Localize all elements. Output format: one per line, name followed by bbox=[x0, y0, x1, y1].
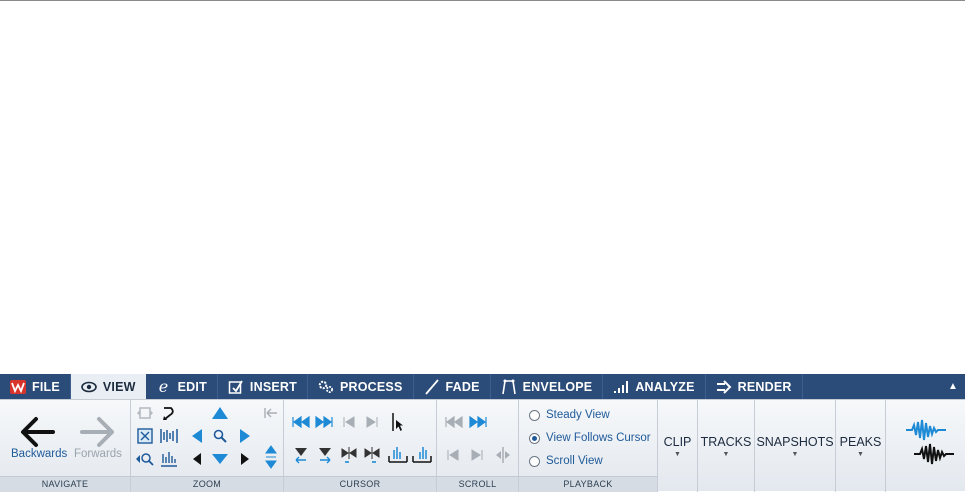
scroll-view-radio[interactable] bbox=[529, 455, 540, 467]
tab-insert-label: INSERT bbox=[249, 379, 297, 394]
bars-icon bbox=[613, 379, 629, 395]
scroll-to-cursor-icon[interactable] bbox=[492, 444, 514, 466]
tab-view[interactable]: VIEW bbox=[70, 374, 146, 399]
ribbon-tab-bar: FILE VIEW e EDIT INSERT PROCESS FADE ENV… bbox=[0, 374, 965, 399]
steady-view-label: Steady View bbox=[546, 409, 610, 421]
forwards-label: Forwards bbox=[74, 448, 122, 460]
cursor-group-label: CURSOR bbox=[284, 476, 436, 492]
scroll-to-start-icon[interactable] bbox=[443, 412, 465, 432]
group-zoom: ZOOM bbox=[131, 400, 284, 492]
vertical-fit-icon[interactable] bbox=[261, 442, 281, 472]
view-follows-cursor-radio[interactable] bbox=[529, 432, 540, 444]
zoom-in-right-black-icon[interactable] bbox=[235, 449, 255, 469]
tab-insert[interactable]: INSERT bbox=[218, 374, 308, 399]
zoom-to-start-icon[interactable] bbox=[261, 404, 281, 422]
navigate-group-label: NAVIGATE bbox=[0, 476, 130, 492]
tab-process-label: PROCESS bbox=[339, 379, 403, 394]
eye-icon bbox=[81, 379, 97, 395]
ribbon-panel: Backwards Forwards NAVIGATE ZOOM CURSOR … bbox=[0, 399, 965, 492]
chevron-down-icon: ▼ bbox=[857, 450, 864, 458]
cursor-wave-left-icon[interactable] bbox=[387, 444, 409, 466]
zoom-in-vertical-up-icon[interactable] bbox=[209, 404, 231, 422]
scroll-view-option[interactable]: Scroll View bbox=[529, 455, 603, 467]
tab-view-label: VIEW bbox=[102, 379, 136, 394]
snapshots-menu-label: SNAPSHOTS bbox=[756, 434, 834, 449]
backwards-label: Backwards bbox=[11, 448, 68, 460]
cursor-to-start-icon[interactable] bbox=[290, 412, 312, 432]
zoom-out-left-black-icon[interactable] bbox=[187, 449, 207, 469]
arrow-left-icon bbox=[21, 417, 55, 447]
tab-envelope-label: ENVELOPE bbox=[522, 379, 593, 394]
group-playback: Steady View View Follows Cursor Scroll V… bbox=[519, 400, 658, 492]
chevron-down-icon: ▼ bbox=[722, 450, 730, 458]
tab-render-label: RENDER bbox=[737, 379, 792, 394]
cursor-move-right-icon[interactable] bbox=[314, 444, 336, 466]
tab-edit[interactable]: e EDIT bbox=[146, 374, 218, 399]
zoom-selection-icon[interactable] bbox=[135, 426, 155, 446]
chevron-down-icon: ▼ bbox=[791, 450, 799, 458]
wavelab-logo-icon bbox=[10, 379, 26, 395]
clip-menu-button[interactable]: CLIP ▼ bbox=[658, 400, 698, 492]
tab-process[interactable]: PROCESS bbox=[308, 374, 414, 399]
document-workspace[interactable] bbox=[0, 1, 965, 374]
tab-envelope[interactable]: ENVELOPE bbox=[491, 374, 604, 399]
cursor-prev-marker-icon[interactable] bbox=[339, 412, 359, 432]
cursor-pointer-icon[interactable] bbox=[388, 410, 408, 434]
cursor-region-left-icon[interactable] bbox=[338, 444, 360, 466]
clip-menu-label: CLIP bbox=[663, 434, 692, 449]
tab-render[interactable]: RENDER bbox=[706, 374, 803, 399]
cursor-next-marker-icon[interactable] bbox=[362, 412, 382, 432]
magnifier-icon[interactable] bbox=[210, 426, 230, 446]
tracks-menu-button[interactable]: TRACKS ▼ bbox=[698, 400, 755, 492]
steady-view-radio[interactable] bbox=[529, 409, 540, 421]
view-follows-cursor-label: View Follows Cursor bbox=[546, 432, 651, 444]
scroll-prev-icon[interactable] bbox=[443, 444, 463, 466]
envelope-icon bbox=[501, 379, 517, 395]
tab-fade[interactable]: FADE bbox=[414, 374, 491, 399]
zoom-in-right-icon[interactable] bbox=[235, 426, 255, 446]
zoom-waveform-icon[interactable] bbox=[159, 449, 179, 469]
zoom-out-left-icon[interactable] bbox=[187, 426, 207, 446]
peaks-menu-button[interactable]: PEAKS ▼ bbox=[836, 400, 886, 492]
chevron-down-icon: ▼ bbox=[674, 450, 681, 458]
steady-view-option[interactable]: Steady View bbox=[529, 409, 610, 421]
zoom-group-label: ZOOM bbox=[131, 476, 283, 492]
group-navigate: Backwards Forwards NAVIGATE bbox=[0, 400, 131, 492]
scroll-view-label: Scroll View bbox=[546, 455, 603, 467]
undo-zoom-icon[interactable] bbox=[159, 404, 179, 422]
tracks-menu-label: TRACKS bbox=[700, 434, 752, 449]
group-scroll: SCROLL bbox=[437, 400, 519, 492]
tab-fade-label: FADE bbox=[445, 379, 480, 394]
waveform-display-icon[interactable] bbox=[900, 414, 960, 470]
scroll-to-end-icon[interactable] bbox=[467, 412, 489, 432]
edit-e-icon: e bbox=[158, 377, 169, 396]
cursor-wave-right-icon[interactable] bbox=[411, 444, 433, 466]
render-arrow-icon bbox=[716, 379, 732, 395]
collapse-ribbon-icon[interactable]: ▲ bbox=[941, 374, 965, 399]
gears-icon bbox=[318, 379, 334, 395]
tab-edit-label: EDIT bbox=[177, 379, 207, 394]
fade-line-icon bbox=[424, 378, 440, 395]
zoom-out-vertical-down-icon[interactable] bbox=[209, 449, 231, 469]
arrow-right-icon bbox=[80, 417, 114, 447]
peaks-menu-label: PEAKS bbox=[839, 434, 882, 449]
scroll-group-label: SCROLL bbox=[437, 476, 518, 492]
scroll-next-icon[interactable] bbox=[467, 444, 487, 466]
zoom-fit-icon[interactable] bbox=[135, 404, 155, 422]
cursor-region-right-icon[interactable] bbox=[361, 444, 383, 466]
cursor-to-end-icon[interactable] bbox=[313, 412, 335, 432]
zoom-playback-icon[interactable] bbox=[134, 449, 156, 469]
tab-file[interactable]: FILE bbox=[0, 374, 71, 399]
snapshots-menu-button[interactable]: SNAPSHOTS ▼ bbox=[755, 400, 836, 492]
insert-icon bbox=[228, 379, 244, 395]
zoom-full-icon[interactable] bbox=[159, 426, 179, 446]
group-cursor: CURSOR bbox=[284, 400, 437, 492]
view-follows-cursor-option[interactable]: View Follows Cursor bbox=[529, 432, 651, 444]
tab-file-label: FILE bbox=[32, 379, 60, 394]
tab-analyze[interactable]: ANALYZE bbox=[603, 374, 706, 399]
playback-group-label: PLAYBACK bbox=[519, 476, 657, 492]
tab-analyze-label: ANALYZE bbox=[635, 379, 695, 394]
cursor-move-left-icon[interactable] bbox=[290, 444, 312, 466]
